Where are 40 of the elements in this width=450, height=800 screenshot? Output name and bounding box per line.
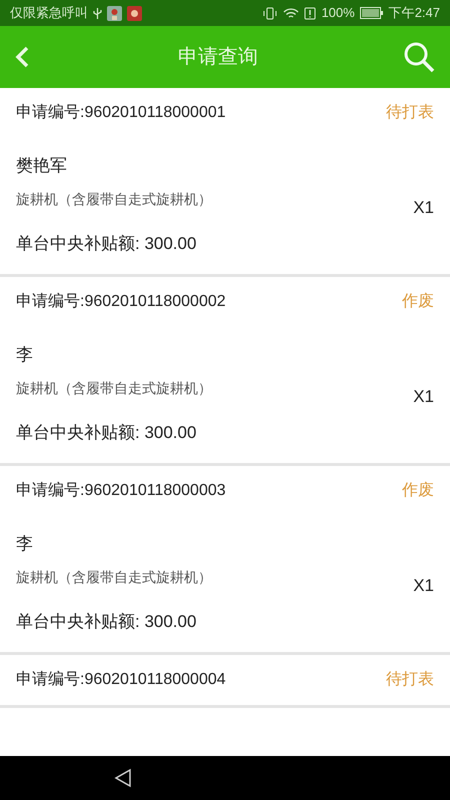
product-name: 旋耕机（含履带自走式旋耕机） [16, 568, 212, 586]
status-label: 作废 [402, 292, 434, 312]
application-card[interactable]: 申请编号:9602010118000002 作废 李 旋耕机（含履带自走式旋耕机） X1 单台中央补贴额: 300.00 [0, 277, 450, 466]
battery-percent: 100% [321, 4, 355, 22]
application-card[interactable]: 申请编号:9602010118000001 待打表 樊艳军 旋耕机（含履带自走式旋耕机） X1 单台中央补贴额: 300.00 [0, 88, 450, 277]
quantity-text: X1 [413, 574, 434, 596]
carrier-text: 仅限紧急呼叫 [10, 4, 88, 22]
application-card[interactable]: 申请编号:9602010118000004 待打表 [0, 655, 450, 708]
back-icon [14, 45, 30, 69]
battery-icon [360, 7, 384, 19]
app-notification-icon [107, 6, 122, 20]
clock-text: 下午2:47 [388, 4, 440, 22]
status-label: 待打表 [386, 670, 434, 690]
status-label: 作废 [402, 480, 434, 501]
search-icon [403, 41, 435, 73]
usb-icon [93, 6, 102, 20]
applicant-name: 樊艳军 [16, 154, 67, 176]
app-notification-icon [127, 6, 142, 20]
vibrate-icon [262, 6, 278, 20]
product-name: 旋耕机（含履带自走式旋耕机） [16, 190, 212, 208]
alert-icon [304, 6, 316, 20]
quantity-text: X1 [413, 386, 434, 408]
back-nav-button[interactable] [114, 767, 134, 789]
application-number: 申请编号:9602010118000003 [16, 480, 226, 501]
product-name: 旋耕机（含履带自走式旋耕机） [16, 378, 212, 398]
back-triangle-icon [114, 768, 132, 788]
page-title: 申请查询 [178, 45, 258, 70]
application-number: 申请编号:9602010118000001 [16, 102, 226, 123]
subsidy-text: 单台中央补贴额: 300.00 [16, 611, 196, 634]
wifi-icon [283, 6, 300, 20]
application-number: 申请编号:9602010118000002 [16, 292, 226, 312]
subsidy-text: 单台中央补贴额: 300.00 [16, 233, 196, 256]
application-card[interactable]: 申请编号:9602010118000003 作废 李 旋耕机（含履带自走式旋耕机） X1 单台中央补贴额: 300.00 [0, 466, 450, 655]
subsidy-text: 单台中央补贴额: 300.00 [16, 422, 196, 444]
applicant-name: 李 [16, 532, 33, 554]
search-button[interactable] [402, 40, 436, 74]
quantity-text: X1 [413, 196, 434, 218]
status-label: 待打表 [386, 102, 434, 123]
applicant-name: 李 [16, 344, 33, 366]
application-number: 申请编号:9602010118000004 [16, 670, 226, 690]
